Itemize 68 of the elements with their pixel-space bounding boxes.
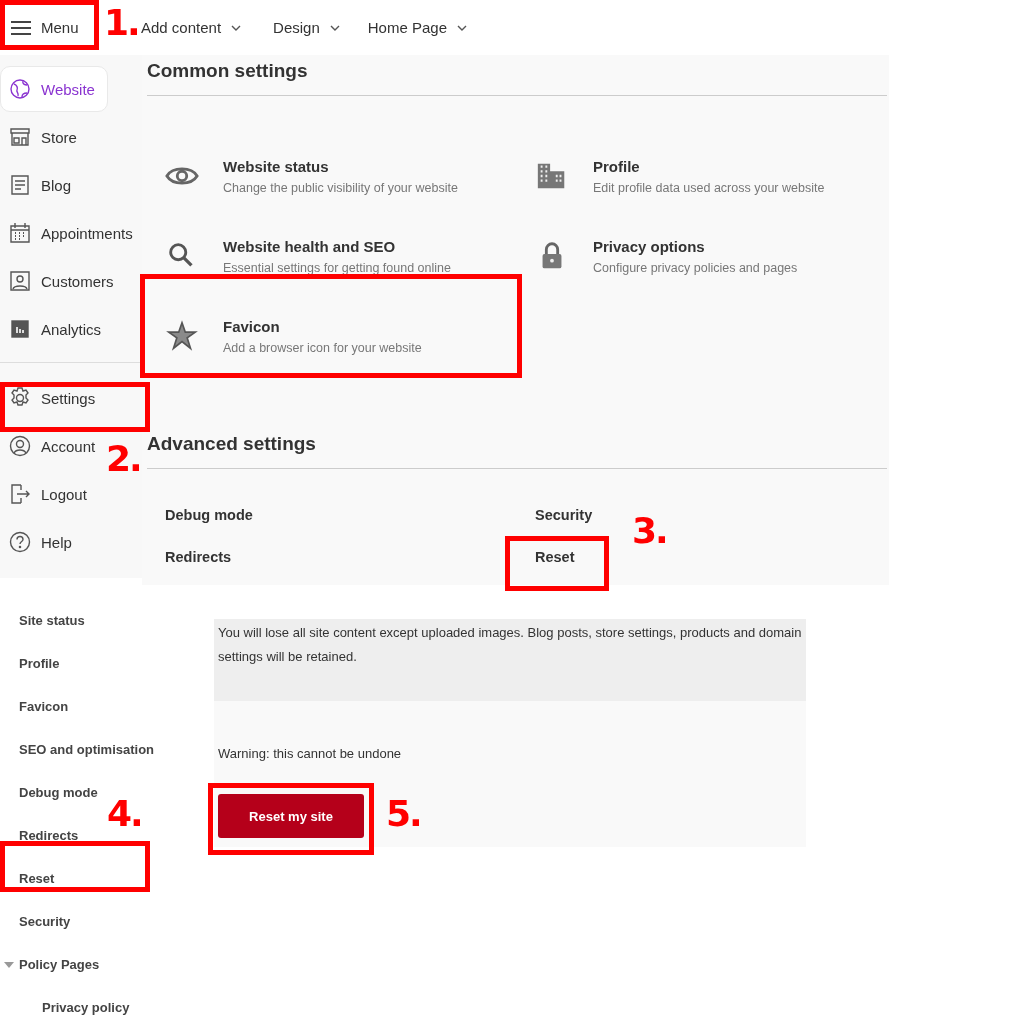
bar-chart-icon [9,318,31,340]
settings-tile[interactable]: Profile Edit profile data used across your website [517,136,887,216]
sidebar-item[interactable]: Customers [0,258,114,304]
chevron-down-icon [457,24,467,31]
chevron-down-icon [231,24,242,31]
menu-button[interactable]: Menu [11,7,91,48]
nav-dropdown[interactable]: Design [273,7,340,48]
help-icon [9,531,31,553]
sidebar-item[interactable]: Account [0,423,96,469]
settings-nav-item[interactable]: Profile [0,642,60,685]
settings-nav-item[interactable]: Security [0,900,71,943]
tile-title: Website status [223,157,330,175]
settings-link[interactable]: Reset [517,549,575,565]
tile-description: Essential settings for getting found online [223,260,451,275]
sidebar-item[interactable]: Analytics [0,306,102,352]
document-icon [9,174,31,196]
sidebar-item[interactable]: Store [0,114,77,160]
step-number: 5. [386,792,421,836]
globe-icon [9,78,31,100]
settings-nav-item[interactable]: SEO and optimisation [0,728,155,771]
notice-text: You will lose all site content except uploaded images. Blog posts, store settings, products and domain settings will be retained. [218,625,802,664]
storefront-icon [9,126,31,148]
step-number: 2. [106,437,141,481]
settings-link[interactable]: Debug mode [147,507,253,523]
settings-tile[interactable]: Privacy options Configure privacy policies and pages [517,216,887,296]
nav-dropdown[interactable]: Home Page [367,7,467,48]
chevron-down-icon [329,24,340,31]
settings-nav-item[interactable]: Site status [0,599,85,642]
tile-title: Profile [593,157,641,175]
settings-nav-item[interactable]: Favicon [0,685,69,728]
settings-nav-item[interactable]: Redirects [0,814,79,857]
settings-nav-item[interactable]: Debug mode [0,771,98,814]
menu-icon [11,20,31,35]
settings-icon [9,387,31,409]
step-number: 3. [632,509,667,553]
person-card-icon [9,270,31,292]
settings-link[interactable]: Redirects [147,549,232,565]
logout-icon [9,483,31,505]
settings-tile[interactable]: Website health and SEO Essential settings for getting found online [147,216,517,296]
tile-description: Add a browser icon for your website [223,340,422,355]
section-title: Common settings [147,59,308,83]
tile-description: Configure privacy policies and pages [593,260,798,275]
sidebar-item[interactable]: Logout [0,471,87,517]
sidebar-item[interactable]: Help [0,519,72,565]
tile-title: Favicon [223,317,281,335]
sidebar-item[interactable]: Blog [0,162,72,208]
step-number: 4. [107,792,142,836]
user-icon [9,435,31,457]
settings-tile[interactable]: Favicon Add a browser icon for your website [147,296,517,376]
reset-button[interactable]: Reset my site [218,794,364,838]
calendar-icon [9,222,31,244]
settings-tile[interactable]: Website status Change the public visibility of your website [147,136,517,216]
warning-text: Warning: this cannot be undone [217,745,403,761]
tile-title: Website health and SEO [223,237,397,255]
settings-nav-item[interactable]: Privacy policy [0,986,130,1024]
step-number: 1. [104,1,139,45]
sidebar-item[interactable]: Appointments [0,210,133,256]
settings-link[interactable]: Security [517,507,593,523]
tile-description: Edit profile data used across your website [593,180,825,195]
nav-dropdown[interactable]: Add content [141,7,242,48]
settings-nav-item[interactable]: Reset [0,857,55,900]
tile-description: Change the public visibility of your website [223,180,458,195]
star-icon [165,319,199,353]
settings-nav-item[interactable]: Policy Pages [0,943,100,986]
section-title: Advanced settings [147,432,316,456]
sidebar-item[interactable]: Website [0,66,108,112]
tile-title: Privacy options [593,237,706,255]
sidebar-item[interactable]: Settings [0,375,96,421]
